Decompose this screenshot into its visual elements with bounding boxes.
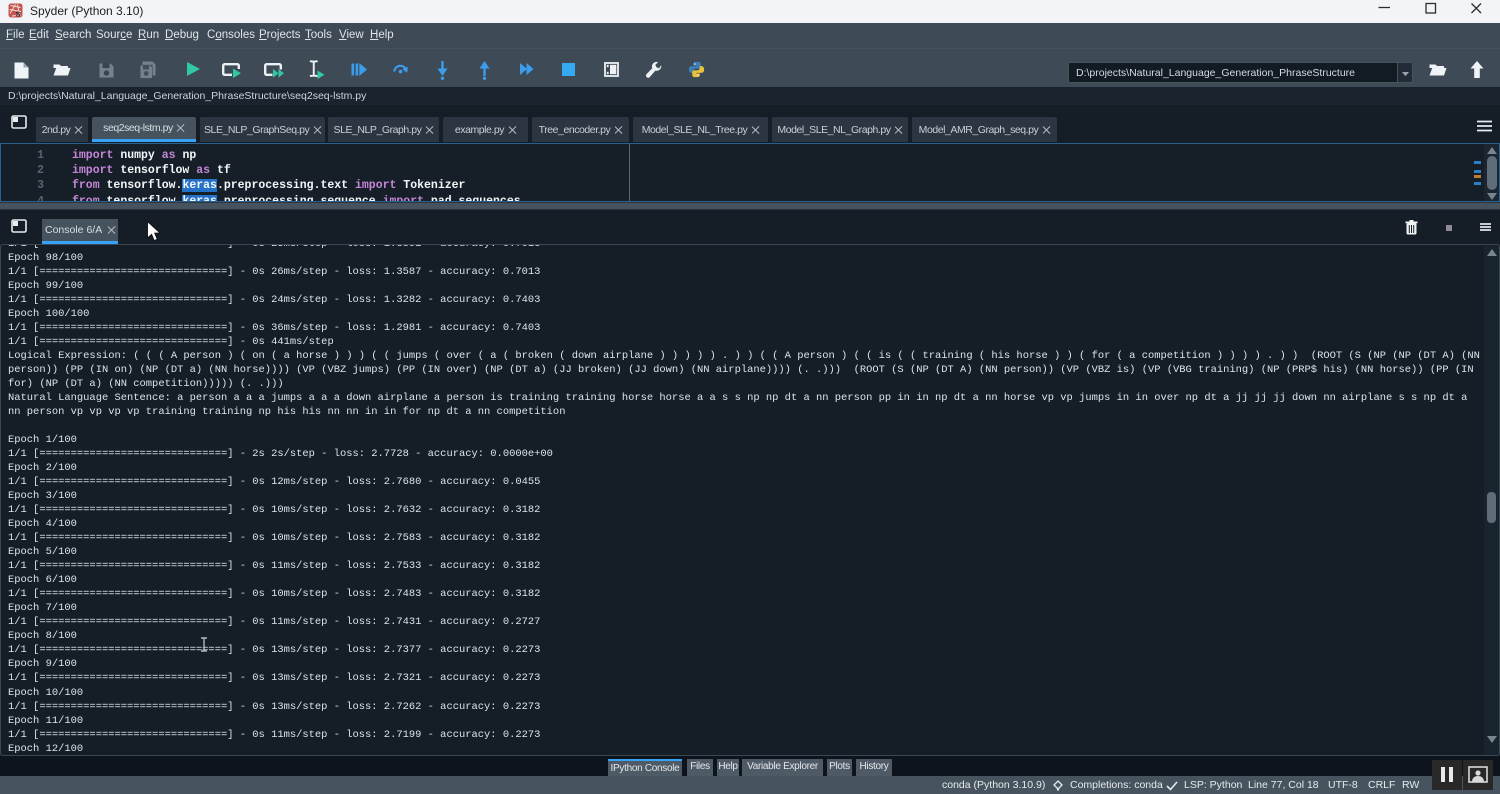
svg-text:s: s — [15, 9, 20, 18]
